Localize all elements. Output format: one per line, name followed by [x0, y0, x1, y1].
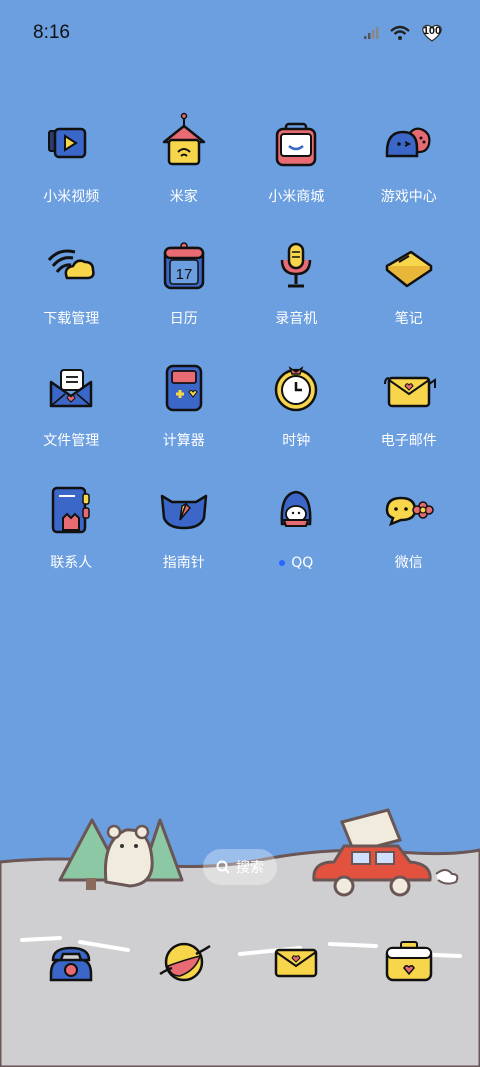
download-cloud-icon — [48, 249, 95, 280]
smart-home-icon — [162, 112, 205, 166]
game-center-icon — [385, 127, 431, 158]
app-label-text: QQ — [291, 555, 314, 571]
app-label: 米家 — [169, 189, 198, 205]
wallpaper-scene — [0, 808, 480, 1067]
camera-icon — [385, 941, 432, 982]
app-label: 计算器 — [162, 433, 205, 449]
status-icons: 100 — [364, 24, 444, 42]
app-mi-video[interactable]: 小米视频 — [15, 112, 128, 234]
dock-camera[interactable] — [353, 930, 466, 994]
app-label: 小米商城 — [268, 189, 325, 205]
app-qq[interactable]: QQ — [240, 478, 353, 600]
app-mi-home[interactable]: 米家 — [128, 112, 241, 234]
app-contacts[interactable]: 联系人 — [15, 478, 128, 600]
dock-browser[interactable] — [128, 930, 241, 994]
app-file-manager[interactable]: 文件管理 — [15, 356, 128, 478]
signal-icon — [364, 27, 379, 39]
app-calculator[interactable]: 计算器 — [128, 356, 241, 478]
dock-messages[interactable] — [240, 930, 353, 994]
compass-icon — [160, 494, 207, 530]
calendar-day: 17 — [175, 266, 192, 283]
home-search-button[interactable]: 搜索 — [203, 849, 277, 885]
app-label: 电子邮件 — [380, 433, 437, 449]
notes-icon — [385, 250, 432, 288]
calculator-icon — [165, 364, 202, 412]
battery-icon: 100 — [420, 24, 444, 42]
microphone-icon — [281, 242, 312, 288]
clock-icon — [275, 366, 318, 412]
app-label: 游戏中心 — [380, 189, 437, 205]
app-label: 联系人 — [50, 555, 93, 571]
dock — [15, 930, 465, 994]
email-icon — [383, 376, 436, 408]
app-label: 下载管理 — [43, 311, 100, 327]
qq-icon — [280, 490, 312, 527]
bear-illustration — [103, 824, 154, 888]
app-downloads[interactable]: 下载管理 — [15, 234, 128, 356]
app-label: 小米视频 — [43, 189, 100, 205]
app-notes[interactable]: 笔记 — [353, 234, 466, 356]
app-label: 文件管理 — [43, 433, 100, 449]
app-mi-store[interactable]: 小米商城 — [240, 112, 353, 234]
contacts-icon — [52, 486, 90, 534]
wifi-icon — [390, 25, 410, 40]
wechat-icon — [385, 496, 434, 527]
dock-phone[interactable] — [15, 930, 128, 994]
file-envelope-icon — [50, 369, 93, 408]
app-calendar[interactable]: 17 日历 — [128, 234, 241, 356]
app-label: 指南针 — [162, 555, 205, 571]
app-grid: 小米视频 米家 小米商城 游戏中心 下载管理 17 日历 录音机 笔记 文件管理… — [15, 112, 465, 600]
app-wechat[interactable]: 微信 — [353, 478, 466, 600]
messages-icon — [275, 948, 318, 978]
shopping-bag-icon — [276, 122, 317, 167]
status-time: 8:16 — [33, 22, 70, 43]
app-label: 日历 — [169, 311, 198, 327]
search-icon — [216, 860, 230, 874]
app-email[interactable]: 电子邮件 — [353, 356, 466, 478]
app-compass[interactable]: 指南针 — [128, 478, 241, 600]
app-label: 笔记 — [394, 311, 423, 327]
battery-level: 100 — [422, 25, 442, 37]
app-label: QQ — [279, 554, 313, 572]
browser-planet-icon — [159, 942, 211, 982]
status-bar: 8:16 100 — [0, 0, 480, 64]
app-clock[interactable]: 时钟 — [240, 356, 353, 478]
app-game-center[interactable]: 游戏中心 — [353, 112, 466, 234]
search-label: 搜索 — [236, 860, 264, 876]
new-install-dot — [279, 560, 286, 566]
calendar-icon: 17 — [163, 242, 204, 290]
app-recorder[interactable]: 录音机 — [240, 234, 353, 356]
video-icon — [48, 127, 87, 159]
app-label: 录音机 — [275, 311, 318, 327]
app-label: 微信 — [394, 555, 423, 571]
phone-icon — [50, 946, 93, 982]
app-label: 时钟 — [282, 433, 311, 449]
